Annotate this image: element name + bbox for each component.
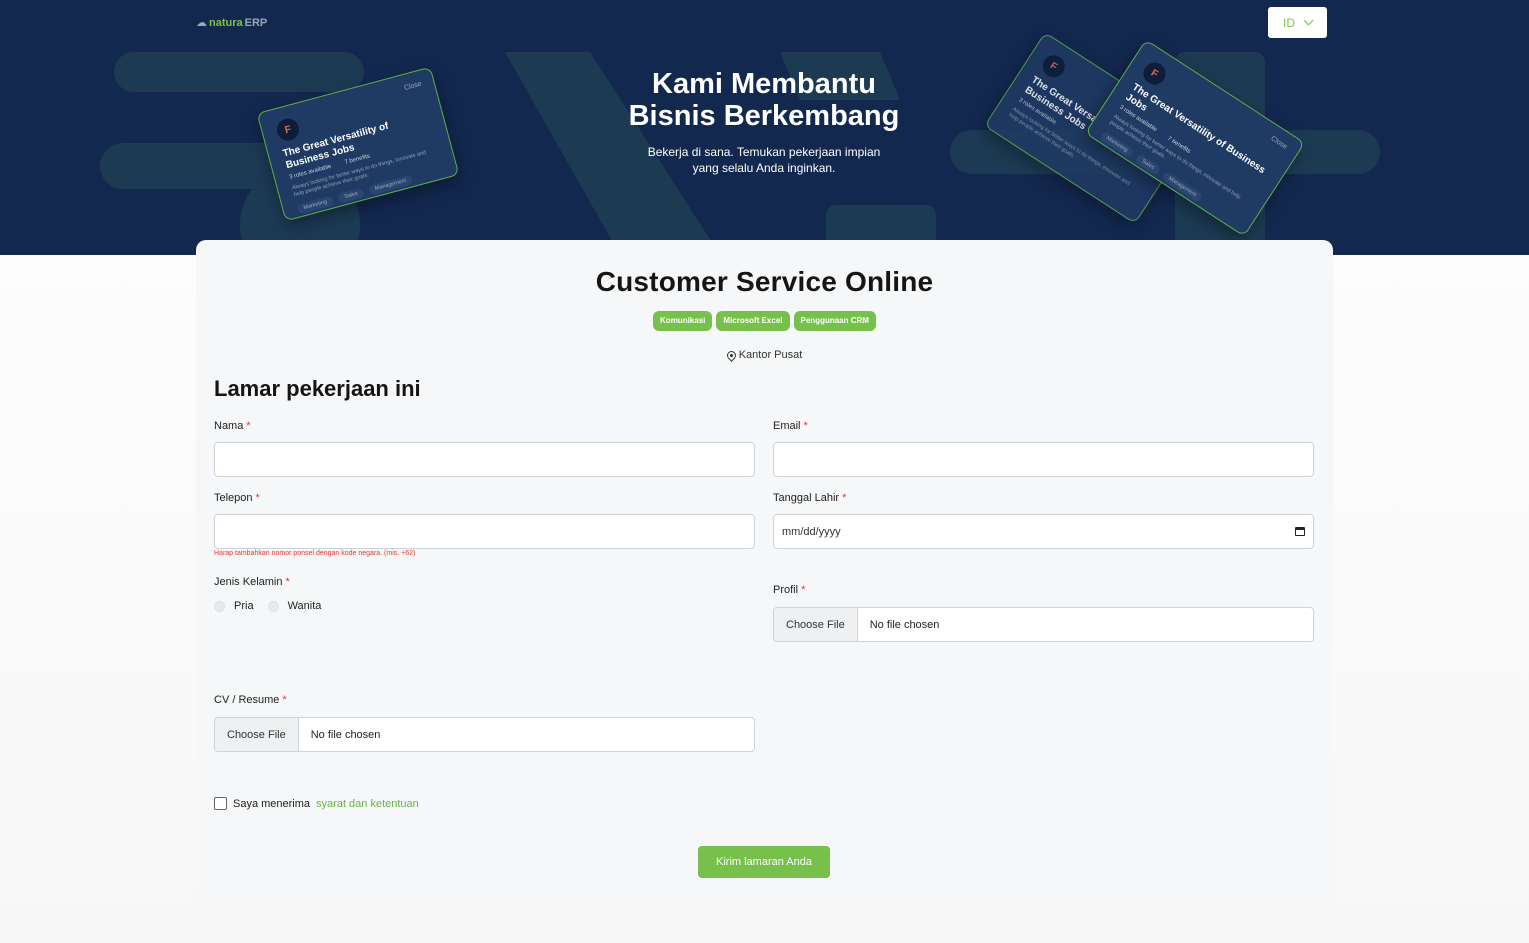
- email-label-text: Email: [773, 420, 801, 432]
- cv-label-text: CV / Resume: [214, 694, 280, 706]
- calendar-icon[interactable]: [1295, 527, 1305, 536]
- hero-banner: ☁ natura ERP ID Kami Membantu Bisnis Berk…: [0, 0, 1529, 255]
- terms-prefix: Saya menerima: [233, 797, 311, 810]
- gender-radio-group: Pria Wanita: [214, 600, 327, 612]
- required-mark: *: [282, 694, 287, 706]
- figma-icon: F: [1038, 51, 1069, 82]
- required-mark: *: [255, 492, 260, 504]
- logo-suffix-text: ERP: [244, 16, 268, 29]
- email-input[interactable]: [773, 442, 1314, 477]
- phone-hint: Harap tambahkan nomor ponsel dengan kode…: [214, 550, 416, 557]
- required-mark: *: [801, 584, 806, 596]
- job-location: Kantor Pusat: [196, 348, 1333, 362]
- deco-card-close: Close: [1269, 135, 1289, 151]
- profile-label-text: Profil: [773, 584, 799, 596]
- birthdate-placeholder: mm/dd/yyyy: [782, 525, 841, 538]
- cloud-icon: ☁: [196, 17, 207, 29]
- language-code: ID: [1283, 15, 1295, 30]
- profile-choose-file-button[interactable]: Choose File: [774, 608, 858, 641]
- gender-option-wanita[interactable]: Wanita: [267, 600, 322, 612]
- deco-card-tag: Sales: [337, 187, 365, 204]
- cv-file-status: No file chosen: [310, 728, 381, 741]
- name-label-text: Nama: [214, 420, 244, 432]
- name-input[interactable]: [214, 442, 755, 477]
- skill-tag: Penggunaan CRM: [793, 311, 876, 331]
- birthdate-label-text: Tanggal Lahir: [773, 492, 840, 504]
- skill-tags: Komunikasi Microsoft Excel Penggunaan CR…: [196, 311, 1333, 331]
- figma-icon: F: [1139, 58, 1170, 89]
- name-label: Nama *: [214, 420, 251, 432]
- skill-tag: Microsoft Excel: [716, 311, 790, 331]
- radio-pria[interactable]: [214, 600, 225, 612]
- job-application-card: Customer Service Online Komunikasi Micro…: [196, 240, 1333, 904]
- cv-file-input[interactable]: Choose File No file chosen: [214, 717, 755, 752]
- language-selector[interactable]: ID: [1268, 7, 1327, 38]
- terms-row: Saya menerima syarat dan ketentuan: [214, 797, 419, 810]
- required-mark: *: [842, 492, 847, 504]
- terms-checkbox[interactable]: [214, 797, 227, 810]
- chevron-down-icon: [1303, 15, 1314, 26]
- phone-label: Telepon *: [214, 492, 260, 504]
- radio-wanita-label: Wanita: [287, 600, 322, 612]
- cv-label: CV / Resume *: [214, 694, 287, 706]
- profile-label: Profil *: [773, 584, 805, 596]
- profile-file-input[interactable]: Choose File No file chosen: [773, 607, 1314, 642]
- radio-pria-label: Pria: [234, 600, 254, 612]
- gender-label: Jenis Kelamin *: [214, 576, 290, 588]
- submit-application-button[interactable]: Kirim lamaran Anda: [698, 846, 830, 878]
- phone-input[interactable]: [214, 514, 755, 549]
- skill-tag: Komunikasi: [653, 311, 713, 331]
- birthdate-input[interactable]: mm/dd/yyyy: [773, 514, 1314, 549]
- location-pin-icon: [724, 348, 738, 362]
- hero-title: Kami Membantu Bisnis Berkembang: [564, 68, 964, 132]
- required-mark: *: [803, 420, 808, 432]
- logo-brand-text: natura: [209, 16, 243, 29]
- hero-title-line1: Kami Membantu: [652, 68, 876, 100]
- job-title: Customer Service Online: [595, 266, 934, 297]
- gender-option-pria[interactable]: Pria: [214, 600, 254, 612]
- profile-file-status: No file chosen: [869, 618, 940, 631]
- figma-icon: F: [274, 116, 302, 144]
- hero-subtitle: Bekerja di sana. Temukan pekerjaan impia…: [647, 145, 881, 175]
- deco-card-close: Close: [403, 80, 423, 93]
- form-heading: Lamar pekerjaan ini: [214, 376, 421, 401]
- required-mark: *: [285, 576, 290, 588]
- hero-title-line2: Bisnis Berkembang: [628, 100, 900, 132]
- required-mark: *: [246, 420, 251, 432]
- birthdate-label: Tanggal Lahir *: [773, 492, 846, 504]
- location-text: Kantor Pusat: [738, 349, 803, 361]
- phone-label-text: Telepon: [214, 492, 253, 504]
- natura-erp-logo[interactable]: ☁ natura ERP: [196, 16, 268, 30]
- radio-wanita[interactable]: [267, 600, 279, 612]
- terms-link[interactable]: syarat dan ketentuan: [316, 798, 419, 810]
- email-label: Email *: [773, 420, 808, 432]
- cv-choose-file-button[interactable]: Choose File: [215, 718, 299, 751]
- gender-label-text: Jenis Kelamin: [214, 576, 283, 588]
